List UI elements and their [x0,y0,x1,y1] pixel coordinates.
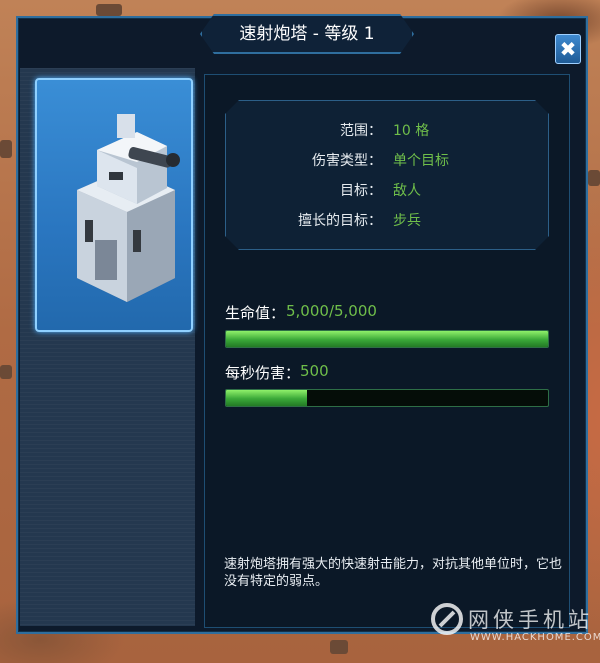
health-bar [225,330,549,348]
dps-bar [225,389,549,407]
stat-value-preferred-target: 步兵 [393,213,421,229]
watermark-text: 网侠手机站 [468,608,593,632]
dps-label: 每秒伤害： [225,364,301,382]
close-icon: ✖ [559,37,577,61]
background-rock [0,140,12,158]
watermark-url: WWW.HACKHOME.COM [470,632,600,643]
dps-value: 500 [300,362,329,380]
health-value: 5,000/5,000 [286,302,377,320]
watermark: 网侠手机站 WWW.HACKHOME.COM [430,600,600,660]
stat-value-target: 敌人 [393,183,421,199]
stat-label-damage-type: 伤害类型： [312,153,382,169]
dialog-title: 速射炮塔 - 等级 1 [239,24,375,44]
background-rock [0,365,12,379]
stat-label-preferred-target: 擅长的目标： [298,213,382,229]
stat-value-damage-type: 单个目标 [393,153,449,169]
close-button[interactable]: ✖ [555,34,581,64]
health-bar-fill [226,331,548,347]
background-rock [588,170,600,186]
tower-description: 速射炮塔拥有强大的快速射击能力，对抗其他单位时，它也没有特定的弱点。 [224,557,563,589]
background-rock [330,640,348,654]
health-label: 生命值： [225,304,286,322]
watermark-logo-icon [431,603,463,635]
dps-bar-fill [226,390,307,406]
turret-icon [77,114,180,302]
stat-value-range: 10 格 [393,123,430,139]
turret-portrait [35,78,193,332]
stat-label-target: 目标： [340,183,382,199]
background-rock [96,4,122,16]
stat-label-range: 范围： [340,123,382,139]
